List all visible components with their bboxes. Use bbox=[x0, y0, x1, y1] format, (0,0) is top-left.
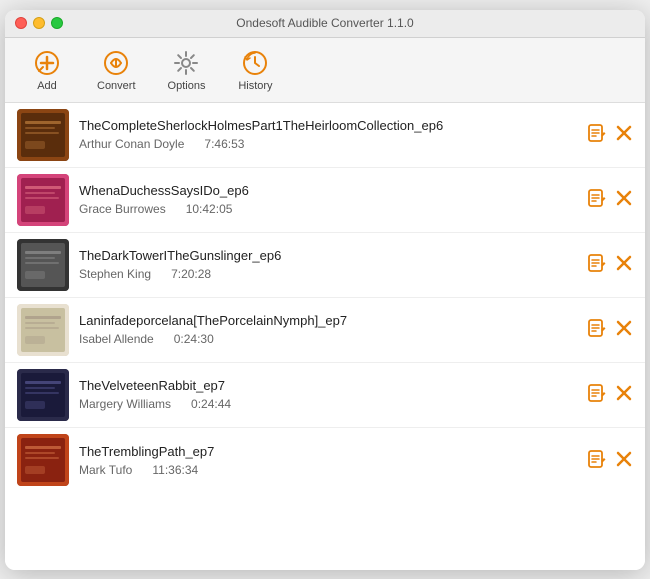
book-title: Laninfadeporcelana[ThePorcelainNymph]_ep… bbox=[79, 313, 577, 328]
titlebar: Ondesoft Audible Converter 1.1.0 bbox=[5, 10, 645, 38]
delete-button[interactable] bbox=[615, 384, 633, 405]
main-window: Ondesoft Audible Converter 1.1.0 Add bbox=[5, 10, 645, 570]
book-author: Margery Williams bbox=[79, 397, 171, 411]
book-info: TheVelveteenRabbit_ep7 Margery Williams 0:… bbox=[79, 378, 577, 411]
window-controls bbox=[15, 17, 63, 29]
book-cover bbox=[17, 369, 69, 421]
delete-button[interactable] bbox=[615, 450, 633, 471]
add-label: Add bbox=[37, 80, 57, 92]
book-cover bbox=[17, 304, 69, 356]
book-cover bbox=[17, 174, 69, 226]
book-title: TheVelveteenRabbit_ep7 bbox=[79, 378, 577, 393]
book-title: WhenaDuchessSaysIDo_ep6 bbox=[79, 183, 577, 198]
book-info: Laninfadeporcelana[ThePorcelainNymph]_ep… bbox=[79, 313, 577, 346]
edit-button[interactable] bbox=[587, 383, 607, 406]
book-info: TheTremblingPath_ep7 Mark Tufo 11:36:34 bbox=[79, 444, 577, 477]
book-list: TheCompleteSherlockHolmesPart1TheHeirloo… bbox=[5, 103, 645, 570]
book-row: TheCompleteSherlockHolmesPart1TheHeirloo… bbox=[5, 103, 645, 168]
delete-button[interactable] bbox=[615, 189, 633, 210]
book-title: TheDarkTowerITheGunslinger_ep6 bbox=[79, 248, 577, 263]
delete-button[interactable] bbox=[615, 254, 633, 275]
edit-button[interactable] bbox=[587, 253, 607, 276]
history-label: History bbox=[238, 80, 272, 92]
book-info: WhenaDuchessSaysIDo_ep6 Grace Burrowes 10:… bbox=[79, 183, 577, 216]
window-title: Ondesoft Audible Converter 1.1.0 bbox=[236, 16, 413, 30]
options-label: Options bbox=[168, 80, 206, 92]
book-row: TheVelveteenRabbit_ep7 Margery Williams 0:… bbox=[5, 363, 645, 428]
book-cover bbox=[17, 239, 69, 291]
book-actions bbox=[587, 318, 633, 341]
toolbar-history[interactable]: History bbox=[225, 44, 285, 96]
toolbar: Add Convert Options bbox=[5, 38, 645, 103]
book-row: WhenaDuchessSaysIDo_ep6 Grace Burrowes 10:… bbox=[5, 168, 645, 233]
book-duration: 10:42:05 bbox=[186, 202, 233, 216]
book-duration: 0:24:44 bbox=[191, 397, 231, 411]
edit-button[interactable] bbox=[587, 123, 607, 146]
book-meta: Stephen King 7:20:28 bbox=[79, 267, 577, 281]
book-cover bbox=[17, 109, 69, 161]
book-meta: Mark Tufo 11:36:34 bbox=[79, 463, 577, 477]
delete-button[interactable] bbox=[615, 319, 633, 340]
book-meta: Arthur Conan Doyle 7:46:53 bbox=[79, 137, 577, 151]
maximize-button[interactable] bbox=[51, 17, 63, 29]
book-author: Isabel Allende bbox=[79, 332, 154, 346]
convert-icon bbox=[101, 48, 131, 78]
book-actions bbox=[587, 188, 633, 211]
add-icon bbox=[32, 48, 62, 78]
book-author: Arthur Conan Doyle bbox=[79, 137, 184, 151]
minimize-button[interactable] bbox=[33, 17, 45, 29]
book-duration: 7:46:53 bbox=[204, 137, 244, 151]
book-actions bbox=[587, 253, 633, 276]
delete-button[interactable] bbox=[615, 124, 633, 145]
book-duration: 0:24:30 bbox=[174, 332, 214, 346]
book-meta: Isabel Allende 0:24:30 bbox=[79, 332, 577, 346]
options-icon bbox=[171, 48, 201, 78]
book-actions bbox=[587, 123, 633, 146]
history-icon bbox=[240, 48, 270, 78]
edit-button[interactable] bbox=[587, 188, 607, 211]
book-cover bbox=[17, 434, 69, 486]
book-row: TheTremblingPath_ep7 Mark Tufo 11:36:34 bbox=[5, 428, 645, 493]
toolbar-convert[interactable]: Convert bbox=[85, 44, 148, 96]
book-duration: 11:36:34 bbox=[152, 463, 198, 477]
book-meta: Grace Burrowes 10:42:05 bbox=[79, 202, 577, 216]
book-row: TheDarkTowerITheGunslinger_ep6 Stephen Ki… bbox=[5, 233, 645, 298]
close-button[interactable] bbox=[15, 17, 27, 29]
toolbar-options[interactable]: Options bbox=[156, 44, 218, 96]
book-meta: Margery Williams 0:24:44 bbox=[79, 397, 577, 411]
book-author: Stephen King bbox=[79, 267, 151, 281]
edit-button[interactable] bbox=[587, 318, 607, 341]
book-actions bbox=[587, 383, 633, 406]
book-info: TheCompleteSherlockHolmesPart1TheHeirloo… bbox=[79, 118, 577, 151]
edit-button[interactable] bbox=[587, 449, 607, 472]
toolbar-add[interactable]: Add bbox=[17, 44, 77, 96]
book-title: TheCompleteSherlockHolmesPart1TheHeirloo… bbox=[79, 118, 577, 133]
book-title: TheTremblingPath_ep7 bbox=[79, 444, 577, 459]
book-author: Mark Tufo bbox=[79, 463, 132, 477]
book-duration: 7:20:28 bbox=[171, 267, 211, 281]
book-author: Grace Burrowes bbox=[79, 202, 166, 216]
book-actions bbox=[587, 449, 633, 472]
book-info: TheDarkTowerITheGunslinger_ep6 Stephen Ki… bbox=[79, 248, 577, 281]
convert-label: Convert bbox=[97, 80, 136, 92]
book-row: Laninfadeporcelana[ThePorcelainNymph]_ep… bbox=[5, 298, 645, 363]
